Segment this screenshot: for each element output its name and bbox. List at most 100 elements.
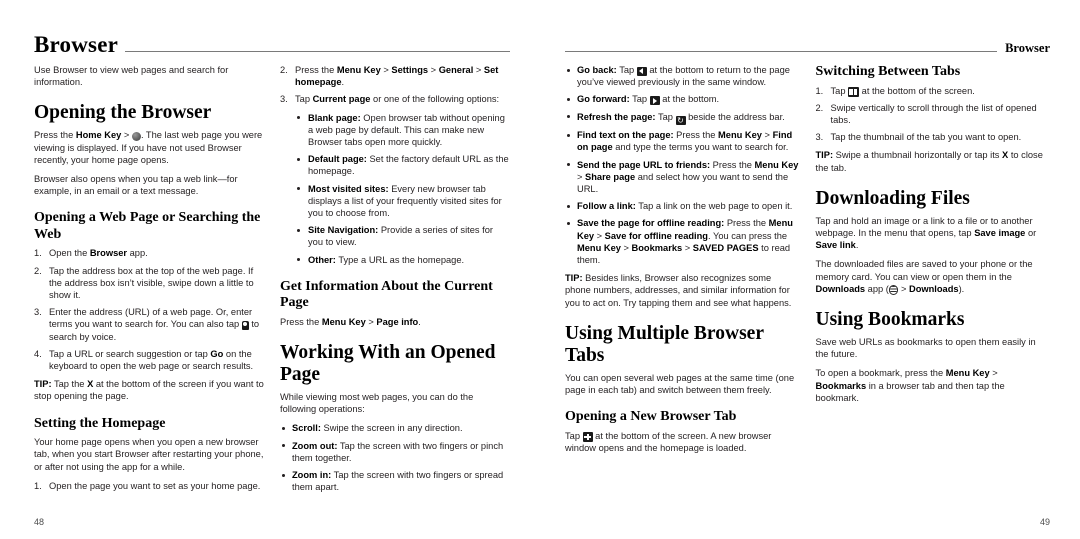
paragraph-download-howto: Tap and hold an image or a link to a fil… xyxy=(816,215,1051,252)
sep: > xyxy=(594,230,605,241)
bold-site-navigation: Site Navigation: xyxy=(308,225,379,236)
sep: > xyxy=(898,283,909,294)
sep: > xyxy=(365,316,377,327)
step-item: Tap a URL or search suggestion or tap Go… xyxy=(34,348,264,372)
text-press-home-pre: Press the xyxy=(34,130,76,141)
operation-text: Press the xyxy=(724,218,769,229)
columns-right: Go back: Tap at the bottom to return to … xyxy=(565,64,1050,461)
bm2-pre: To open a bookmark, press the xyxy=(815,368,946,379)
list-item: Find text on the page: Press the Menu Ke… xyxy=(565,129,800,153)
bold-menu-key: Menu Key xyxy=(336,65,381,75)
step-item: Tap the address box at the top of the we… xyxy=(34,265,254,301)
step-item: Open the page you want to set as your ho… xyxy=(34,480,261,492)
heading-get-information: Get Information About the Current Page xyxy=(280,278,493,311)
bold-save-for-offline-reading: Save for offline reading xyxy=(604,230,708,241)
nt-post: at the bottom of the screen. A new brows… xyxy=(565,430,772,453)
sep: > xyxy=(473,65,484,75)
paragraph-page-info: Press the Menu Key > Page info. xyxy=(280,316,510,328)
list-item: Default page: Set the factory default UR… xyxy=(295,153,510,177)
manual-page-spread: Browser Use Browser to view web pages an… xyxy=(0,0,1080,539)
sep: > xyxy=(428,65,439,75)
operation-text: Tap a link on the web page to open it. xyxy=(635,201,793,212)
paragraph-new-tab: Tap at the bottom of the screen. A new b… xyxy=(565,430,800,454)
list-item: Send the page URL to friends: Press the … xyxy=(565,159,800,196)
column-4: Switching Between Tabs Tap at the bottom… xyxy=(816,64,1051,461)
bold-saved-pages: SAVED PAGES xyxy=(692,242,759,253)
page-header-right: Browser xyxy=(565,26,1050,56)
step-item: Tap the thumbnail of the tab you want to… xyxy=(816,131,1022,143)
operations-list-part1: Scroll: Swipe the screen in any directio… xyxy=(280,422,510,493)
list-item: Zoom out: Tap the screen with two finger… xyxy=(280,440,510,464)
tabs-icon xyxy=(848,87,860,97)
heading-multiple-browser-tabs: Using Multiple Browser Tabs xyxy=(565,322,764,366)
tip-label: TIP: xyxy=(815,150,834,161)
step1-post: app. xyxy=(127,248,148,259)
operations-list-part2: Go back: Tap at the bottom to return to … xyxy=(565,64,800,266)
bold-save-link: Save link xyxy=(815,240,856,251)
dl2-pre: The downloaded files are saved to your p… xyxy=(815,259,1033,282)
hp2-pre: Press the xyxy=(295,65,337,75)
bold-downloads: Downloads xyxy=(908,283,959,294)
bold-save-offline: Save the page for offline reading: xyxy=(577,218,725,229)
bold-page-info: Page info xyxy=(376,316,419,327)
bold-zoom-out: Zoom out: xyxy=(292,440,338,451)
step-item: Tap Current page or one of the following… xyxy=(280,93,510,105)
pi-pre: Press the xyxy=(280,316,322,327)
bold-save-image: Save image xyxy=(974,227,1026,238)
paragraph-press-home-key: Press the Home Key > . The last web page… xyxy=(34,129,264,166)
hp3-post: or one of the following options: xyxy=(370,94,500,105)
sep: > xyxy=(380,65,392,75)
bold-general: General xyxy=(438,65,474,75)
steps-opening-web-page: Open the Browser app. Tap the address bo… xyxy=(34,247,264,372)
period: . xyxy=(418,316,421,327)
operation-text: . You can press the xyxy=(708,230,788,241)
text-gt-1: > xyxy=(121,130,132,141)
bold-refresh-page: Refresh the page: xyxy=(577,111,656,122)
list-item: Follow a link: Tap a link on the web pag… xyxy=(565,200,800,212)
heading-using-bookmarks: Using Bookmarks xyxy=(815,308,965,330)
section-title: Browser xyxy=(34,32,119,57)
bold-most-visited-sites: Most visited sites: xyxy=(308,183,389,194)
column-1: Use Browser to view web pages and search… xyxy=(34,64,264,499)
tip-pre: Tap the xyxy=(51,379,88,390)
bold-find-text: Find text on the page: xyxy=(577,130,674,141)
bold-menu-key: Menu Key xyxy=(577,242,621,253)
columns-left: Use Browser to view web pages and search… xyxy=(34,64,510,499)
dl2-mid: app ( xyxy=(865,283,889,294)
operation-text: and type the terms you want to search fo… xyxy=(612,142,789,153)
step4-pre: Tap a URL or search suggestion or tap xyxy=(49,348,211,359)
page-right: Browser Go back: Tap at the bottom to re… xyxy=(540,0,1080,539)
tip-label: TIP: xyxy=(565,273,583,284)
plus-icon xyxy=(582,432,593,442)
bold-scroll: Scroll: xyxy=(292,423,321,434)
period: . xyxy=(855,240,859,251)
bold-settings: Settings xyxy=(391,65,429,75)
microphone-icon xyxy=(241,320,249,331)
step1-pre: Open the xyxy=(49,248,90,259)
tip-pre: Swipe a thumbnail horizontally or tap it… xyxy=(833,150,1003,161)
operation-text: Tap xyxy=(616,65,637,75)
page-left: Browser Use Browser to view web pages an… xyxy=(0,0,540,539)
paragraph-working-intro: While viewing most web pages, you can do… xyxy=(280,392,474,415)
period: . xyxy=(341,77,345,88)
operation-text: Tap xyxy=(655,111,676,122)
heading-opening-the-browser: Opening the Browser xyxy=(34,102,212,124)
sep: > xyxy=(682,242,693,253)
heading-opening-web-page: Opening a Web Page or Searching the Web xyxy=(34,210,261,242)
operation-text: beside the address bar. xyxy=(685,111,785,122)
tip-close-tab: TIP: Swipe a thumbnail horizontally or t… xyxy=(816,149,1051,173)
bold-bookmarks: Bookmarks xyxy=(815,380,867,391)
column-3: Go back: Tap at the bottom to return to … xyxy=(565,64,800,461)
list-item: Go forward: Tap at the bottom. xyxy=(565,93,800,106)
list-item: Save the page for offline reading: Press… xyxy=(565,217,800,266)
list-item: Scroll: Swipe the screen in any directio… xyxy=(280,422,510,434)
bold-current-page: Current page xyxy=(312,94,371,105)
paragraph-homepage-opens: Your home page opens when you open a new… xyxy=(34,437,264,472)
paragraph-download-location: The downloaded files are saved to your p… xyxy=(816,258,1051,295)
bold-home-key: Home Key xyxy=(75,130,122,141)
dl-mid: or xyxy=(1025,227,1037,238)
heading-setting-homepage: Setting the Homepage xyxy=(34,415,166,431)
homepage-options-list: Blank page: Open browser tab without ope… xyxy=(295,112,510,266)
operation-text: Swipe the screen in any direction. xyxy=(320,423,463,434)
heading-working-with-opened-page: Working With an Opened Page xyxy=(280,342,496,386)
